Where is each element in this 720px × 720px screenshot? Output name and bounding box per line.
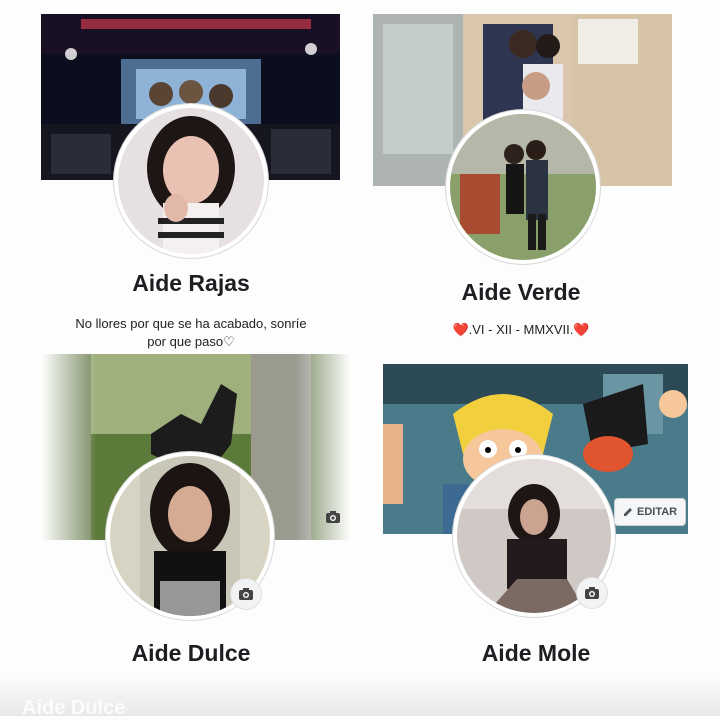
profile-name-dulce[interactable]: Aide Dulce — [91, 640, 291, 667]
camera-icon — [326, 511, 340, 523]
profile-bio-verde: ❤️.VI - XII - MMXVII.❤️ — [452, 322, 590, 337]
profile-name-verde[interactable]: Aide Verde — [421, 279, 621, 306]
cover-camera-button-dulce[interactable] — [320, 504, 346, 530]
edit-cover-button[interactable]: EDITAR — [614, 498, 687, 526]
profile-picture-verde[interactable] — [450, 114, 596, 260]
camera-icon — [585, 587, 599, 599]
profile-camera-button-mole[interactable] — [577, 578, 607, 608]
profile-bio-dulce: No llores por que se ha acabado, sonríe … — [75, 316, 307, 349]
profile-picture-rajas[interactable] — [118, 108, 264, 254]
footer-overlay: Aide Dulce — [0, 676, 720, 719]
profile-camera-button-dulce[interactable] — [231, 579, 261, 609]
footer-watermark: Aide Dulce — [22, 697, 126, 719]
edit-button-label: EDITAR — [637, 506, 678, 518]
profile-name-rajas[interactable]: Aide Rajas — [91, 270, 291, 297]
camera-icon — [239, 588, 253, 600]
profile-name-mole[interactable]: Aide Mole — [436, 640, 636, 667]
pencil-icon — [624, 508, 632, 516]
